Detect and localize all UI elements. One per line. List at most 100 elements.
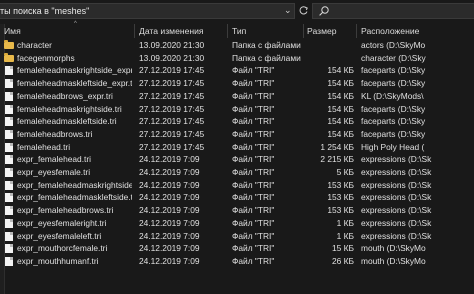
column-divider[interactable] — [227, 24, 228, 38]
file-size: 154 КБ — [327, 78, 354, 89]
file-name: femaleheadmaskleftside.tri — [17, 116, 117, 127]
file-size: 154 КБ — [327, 65, 354, 76]
file-size: 1 КБ — [336, 217, 354, 228]
table-row[interactable]: femaleheadmaskrightside.tri 27.12.2019 17… — [0, 103, 474, 116]
folder-icon — [4, 52, 14, 62]
table-row[interactable]: expr_femaleheadmaskrightside.tri 24.12.20… — [0, 179, 474, 192]
file-icon — [5, 244, 13, 254]
file-type: Папка с файлами — [232, 52, 301, 63]
file-type: Файл "TRI" — [232, 179, 275, 190]
file-size: 154 КБ — [327, 128, 354, 139]
file-icon — [5, 66, 13, 76]
table-row[interactable]: expr_mouthhumanf.tri 24.12.2019 7:09 Файл … — [0, 255, 474, 268]
file-icon — [5, 206, 13, 216]
modified-date: 24.12.2019 7:09 — [139, 167, 200, 177]
file-type: Файл "TRI" — [232, 205, 275, 216]
column-header-date[interactable]: Дата изменения — [139, 26, 204, 36]
address-bar[interactable]: ты поиска в "meshes" ⌄ — [0, 3, 295, 19]
table-row[interactable]: expr_mouthorcfemale.tri 24.12.2019 7:09 Фа… — [0, 242, 474, 255]
file-size: 154 КБ — [327, 103, 354, 114]
file-type: Файл "TRI" — [232, 65, 275, 76]
file-size: 1 254 КБ — [320, 141, 354, 152]
file-icon — [5, 129, 13, 139]
file-size: 154 КБ — [327, 90, 354, 101]
breadcrumb[interactable]: ты поиска в "meshes" — [0, 6, 89, 16]
column-divider[interactable] — [303, 24, 304, 38]
modified-date: 24.12.2019 7:09 — [139, 179, 200, 190]
file-icon — [5, 180, 13, 190]
table-row[interactable]: femaleheadmaskleftside_expr.tri 27.12.201… — [0, 77, 474, 90]
modified-date: 24.12.2019 7:09 — [139, 243, 200, 254]
file-location: expressions (D:\Sk — [361, 230, 432, 241]
file-size: 15 КБ — [331, 243, 354, 254]
file-name: femaleheadmaskrightside_expr.tri — [17, 65, 132, 76]
file-type: Файл "TRI" — [232, 192, 275, 203]
file-size: 153 КБ — [327, 179, 354, 190]
file-list[interactable]: character 13.09.2020 21:30 Папка с файлами… — [0, 38, 474, 294]
file-location: faceparts (D:\Sky — [361, 65, 426, 76]
file-location: character (D:\Sky — [361, 52, 426, 63]
file-icon — [5, 79, 13, 89]
table-row[interactable]: expr_eyesfemale.tri 24.12.2019 7:09 Файл "… — [0, 166, 474, 179]
column-header-type[interactable]: Тип — [232, 26, 246, 36]
file-type: Файл "TRI" — [232, 128, 275, 139]
file-name: femaleheadmaskrightside.tri — [17, 103, 122, 114]
file-icon — [5, 231, 13, 241]
file-icon — [5, 218, 13, 228]
file-name: expr_eyesfemaleleft.tri — [17, 230, 102, 241]
table-row[interactable]: femalehead.tri 27.12.2019 17:45 Файл "TRI"… — [0, 141, 474, 154]
file-icon — [5, 193, 13, 203]
table-row[interactable]: expr_eyesfemaleleft.tri 24.12.2019 7:09 Фа… — [0, 230, 474, 243]
file-location: expressions (D:\Sk — [361, 154, 432, 165]
column-divider[interactable] — [356, 24, 357, 38]
file-name: femaleheadbrows_expr.tri — [17, 90, 113, 101]
file-type: Файл "TRI" — [232, 243, 275, 254]
file-location: mouth (D:\SkyMo — [361, 243, 426, 254]
file-location: expressions (D:\Sk — [361, 217, 432, 228]
file-size: 153 КБ — [327, 192, 354, 203]
modified-date: 27.12.2019 17:45 — [139, 65, 205, 76]
file-size: 153 КБ — [327, 205, 354, 216]
column-header: Имя ^ Дата изменения Тип Размер Располож… — [0, 21, 474, 38]
column-header-location[interactable]: Расположение — [361, 26, 419, 36]
refresh-button[interactable] — [297, 3, 310, 19]
modified-date: 27.12.2019 17:45 — [139, 78, 205, 89]
table-row[interactable]: femaleheadbrows_expr.tri 27.12.2019 17:45… — [0, 90, 474, 103]
file-name: expr_femaleheadmaskrightside.tri — [17, 179, 132, 190]
table-row[interactable]: expr_femaleheadbrows.tri 24.12.2019 7:09 Ф… — [0, 204, 474, 217]
table-row[interactable]: expr_femaleheadmaskleftside.tri 24.12.201… — [0, 191, 474, 204]
file-size: 2 215 КБ — [320, 154, 354, 165]
refresh-icon — [299, 6, 308, 15]
file-size: 1 КБ — [336, 230, 354, 241]
file-name: femalehead.tri — [17, 141, 71, 152]
table-row[interactable]: character 13.09.2020 21:30 Папка с файлами… — [0, 39, 474, 52]
column-divider[interactable] — [134, 24, 135, 38]
file-location: expressions (D:\Sk — [361, 205, 432, 216]
file-type: Файл "TRI" — [232, 154, 275, 165]
file-type: Файл "TRI" — [232, 90, 275, 101]
table-row[interactable]: femaleheadmaskrightside_expr.tri 27.12.20… — [0, 64, 474, 77]
table-row[interactable]: expr_femalehead.tri 24.12.2019 7:09 Файл "… — [0, 153, 474, 166]
file-location: faceparts (D:\Sky — [361, 103, 426, 114]
file-type: Файл "TRI" — [232, 78, 275, 89]
modified-date: 27.12.2019 17:45 — [139, 103, 205, 114]
table-row[interactable]: femaleheadmaskleftside.tri 27.12.2019 17:… — [0, 115, 474, 128]
search-icon — [319, 6, 329, 16]
column-header-size[interactable]: Размер — [307, 26, 337, 36]
chevron-down-icon[interactable]: ⌄ — [284, 5, 292, 16]
modified-date: 13.09.2020 21:30 — [139, 52, 205, 63]
table-row[interactable]: facegenmorphs 13.09.2020 21:30 Папка с фай… — [0, 52, 474, 65]
file-name: facegenmorphs — [17, 52, 75, 63]
file-type: Файл "TRI" — [232, 255, 275, 266]
modified-date: 24.12.2019 7:09 — [139, 154, 200, 165]
table-row[interactable]: femaleheadbrows.tri 27.12.2019 17:45 Файл … — [0, 128, 474, 141]
file-icon — [5, 117, 13, 127]
file-type: Файл "TRI" — [232, 167, 275, 177]
column-header-name[interactable]: Имя — [4, 26, 21, 36]
file-name: expr_eyesfemaleright.tri — [17, 217, 107, 228]
modified-date: 24.12.2019 7:09 — [139, 217, 200, 228]
search-input[interactable] — [312, 3, 474, 19]
table-row[interactable]: expr_eyesfemaleright.tri 24.12.2019 7:09 Ф… — [0, 217, 474, 230]
file-type: Папка с файлами — [232, 40, 301, 50]
file-name: expr_femaleheadmaskleftside.tri — [17, 192, 132, 203]
